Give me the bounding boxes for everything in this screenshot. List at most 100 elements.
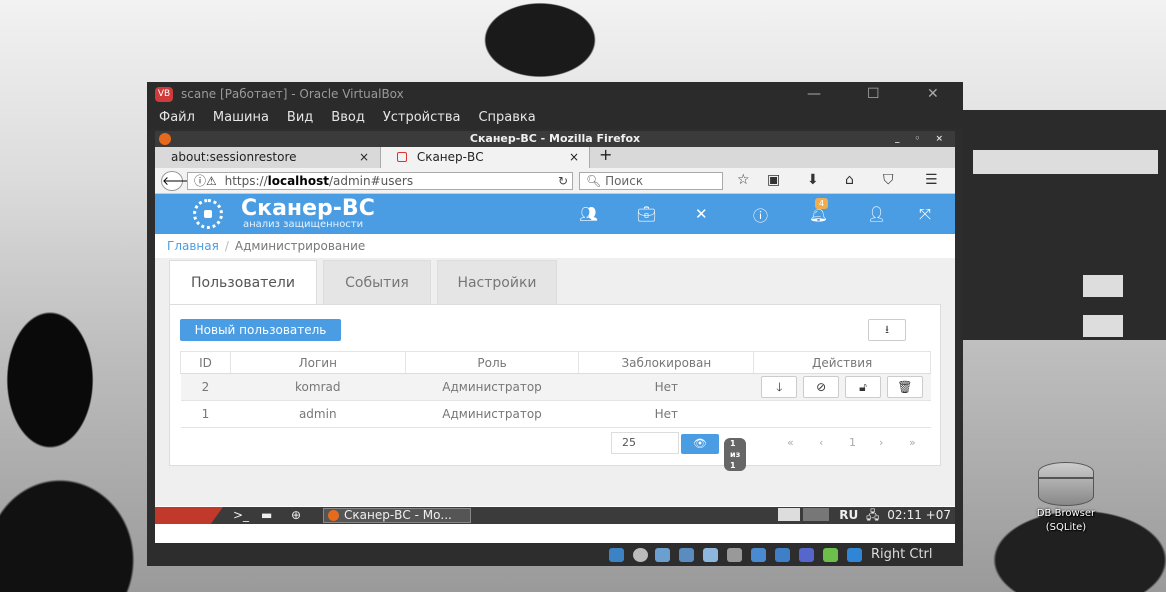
page-1-button[interactable]: 1 (849, 436, 856, 449)
new-tab-button[interactable]: + (599, 145, 612, 164)
reload-icon[interactable]: ↻ (558, 173, 568, 189)
briefcase-icon[interactable]: 💼︎ (637, 205, 656, 223)
last-page-button[interactable]: » (909, 436, 916, 449)
export-button[interactable]: ⭳ (868, 319, 906, 341)
db-browser-desktop-icon[interactable]: DB Browser (SQLite) (1020, 462, 1112, 534)
first-page-button[interactable]: « (787, 436, 794, 449)
col-blocked[interactable]: Заблокирован (578, 351, 755, 374)
optical-drive-icon[interactable] (633, 548, 648, 562)
tab-settings[interactable]: Настройки (437, 260, 557, 304)
cell-blocked: Нет (578, 400, 754, 428)
virtualbox-logo-icon: VB (155, 87, 173, 102)
firefox-navbar: 🡐 ⓘ⚠ https://localhost/admin#users ↻ 🔍︎ … (155, 168, 955, 194)
keyboard-layout[interactable]: RU (839, 508, 858, 522)
firefox-window-controls[interactable]: _ ◦ × (895, 131, 949, 147)
photo-block (1083, 275, 1123, 297)
firefox-titlebar[interactable]: Сканер-ВС - Mozilla Firefox _ ◦ × (155, 131, 955, 147)
search-input[interactable]: 🔍︎ Поиск (579, 172, 723, 190)
usb-icon[interactable] (703, 548, 718, 562)
firefox-title: Сканер-ВС - Mozilla Firefox (469, 132, 641, 145)
menu-file[interactable]: Файл (159, 107, 195, 129)
url-bar[interactable]: ⓘ⚠ https://localhost/admin#users ↻ (187, 172, 573, 190)
ban-icon: ⊘ (816, 380, 827, 394)
display-icon[interactable] (751, 548, 766, 562)
new-user-button[interactable]: Новый пользователь (180, 319, 341, 341)
db-browser-label-line2: (SQLite) (1045, 522, 1087, 533)
tools-icon[interactable]: ✕ (695, 205, 708, 223)
pocket-icon[interactable]: ⛉ (883, 172, 894, 188)
vtx-icon[interactable] (799, 548, 814, 562)
cell-login: komrad (230, 373, 406, 401)
start-menu-button[interactable] (155, 507, 223, 524)
brand-logo-icon (193, 199, 223, 229)
globe-icon[interactable]: ⊕ (291, 507, 301, 524)
menu-input[interactable]: Ввод (331, 107, 365, 129)
taskbar-task-firefox[interactable]: Сканер-ВС - Мо... (323, 508, 471, 523)
unlock-user-button[interactable]: 🔓︎ (845, 376, 882, 398)
delete-user-button[interactable]: 🗑︎ (886, 376, 923, 398)
brand-title[interactable]: Сканер-ВС (241, 197, 375, 221)
virtualbox-title: scane [Работает] - Oracle VirtualBox (181, 87, 404, 101)
back-button[interactable]: 🡐 (161, 171, 194, 191)
audio-icon[interactable] (655, 548, 670, 562)
recording-icon[interactable] (775, 548, 790, 562)
users-icon[interactable]: 👥︎ (579, 205, 598, 223)
brand-subtitle: анализ защищенности (243, 219, 364, 230)
tab-scanner[interactable]: Сканер-ВС × (380, 147, 590, 168)
virtualbox-window: VB scane [Работает] - Oracle VirtualBox … (147, 82, 963, 566)
tab-events[interactable]: События (323, 260, 431, 304)
next-page-button[interactable]: › (879, 436, 883, 449)
tab-label: about:sessionrestore (171, 150, 297, 164)
clock: 02:11 +07 (887, 508, 951, 522)
info-icon[interactable]: ⓘ (753, 205, 768, 226)
menu-help[interactable]: Справка (478, 107, 535, 129)
folder-icon[interactable]: ▬ (261, 507, 272, 524)
breadcrumb-home[interactable]: Главная (167, 239, 219, 253)
cell-role: Администратор (405, 400, 579, 428)
terminal-icon[interactable]: >_ (233, 507, 249, 524)
tray-firefox-icon[interactable] (777, 508, 800, 521)
block-user-button[interactable]: ⊘ (803, 376, 840, 398)
info-warning-icon: ⓘ⚠ (194, 174, 217, 188)
tab-close-icon[interactable]: × (359, 147, 369, 168)
hamburger-menu-icon[interactable]: ☰ (925, 172, 938, 188)
col-login[interactable]: Логин (229, 351, 406, 374)
menu-devices[interactable]: Устройства (383, 107, 461, 129)
tab-close-icon[interactable]: × (569, 147, 579, 168)
fullscreen-icon[interactable]: ⤧ (919, 205, 931, 223)
bookmark-star-icon[interactable]: ☆ (737, 172, 750, 188)
col-actions: Действия (753, 351, 931, 374)
shared-folder-icon[interactable] (727, 548, 742, 562)
notification-badge: 4 (815, 198, 829, 209)
tab-users[interactable]: Пользователи (169, 260, 317, 304)
network-adapter-icon[interactable] (679, 548, 694, 562)
users-table: ID Логин Роль Заблокирован Действия 2 ko… (180, 351, 931, 428)
minimize-button[interactable]: — (807, 82, 821, 107)
cell-id: 2 (180, 373, 231, 401)
download-icon[interactable]: ⬇ (807, 172, 819, 188)
tab-sessionrestore[interactable]: about:sessionrestore × (155, 147, 375, 168)
hard-disk-icon[interactable] (609, 548, 624, 562)
prev-page-button[interactable]: ‹ (819, 436, 823, 449)
user-icon[interactable]: 👤︎ (867, 205, 886, 223)
col-id[interactable]: ID (180, 351, 231, 374)
menu-machine[interactable]: Машина (213, 107, 269, 129)
library-icon[interactable]: ▣ (767, 172, 780, 188)
demote-user-button[interactable]: 🡓 (761, 376, 798, 398)
home-icon[interactable]: ⌂ (845, 172, 854, 188)
network-icon[interactable]: 🖧︎ (866, 508, 879, 522)
virtualbox-titlebar[interactable]: VB scane [Работает] - Oracle VirtualBox … (147, 82, 963, 107)
apply-page-size-button[interactable]: 👁︎ (681, 434, 719, 454)
menu-view[interactable]: Вид (287, 107, 313, 129)
arrow-down-icon: 🡓 (776, 380, 783, 394)
mouse-integration-icon[interactable] (847, 548, 862, 562)
users-panel: Новый пользователь ⭳ ID Логин Роль Забло… (169, 304, 941, 471)
breadcrumb-separator: / (224, 239, 229, 253)
page-size-input[interactable]: 25 (611, 432, 679, 454)
unlock-icon: 🔓︎ (859, 380, 867, 394)
close-button[interactable]: ✕ (927, 82, 939, 107)
col-role[interactable]: Роль (404, 351, 580, 374)
maximize-button[interactable]: ☐ (867, 82, 880, 107)
guest-additions-icon[interactable] (823, 548, 838, 562)
table-row: 2 komrad Администратор Нет 🡓 ⊘ 🔓︎ 🗑︎ (180, 373, 931, 401)
